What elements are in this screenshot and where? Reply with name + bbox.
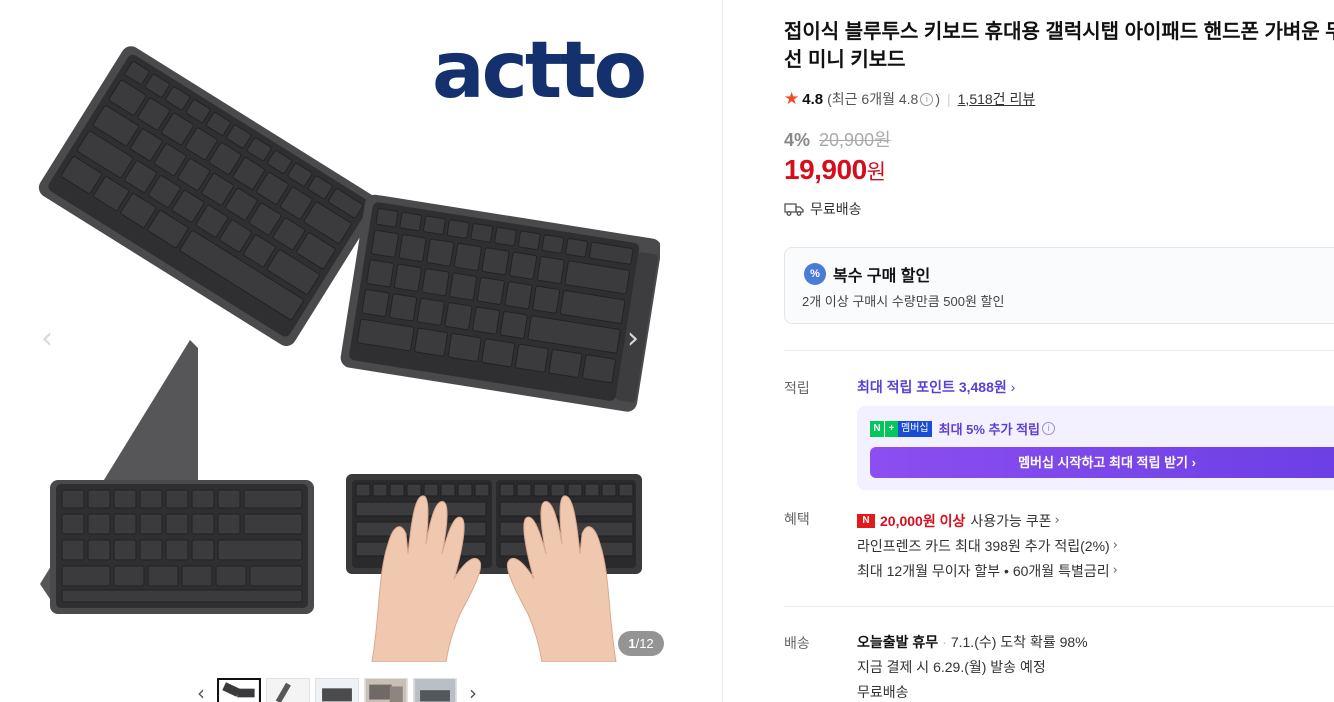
panel-divider (722, 0, 723, 702)
benefits-list: N 20,000원 이상 사용가능 쿠폰 › 라인프렌즈 카드 최대 398원 … (857, 508, 1118, 583)
rating-recent-close: ) (935, 91, 940, 107)
rating-recent: (최근 6개월 4.8 (827, 91, 919, 107)
card-benefit[interactable]: 라인프렌즈 카드 최대 398원 추가 적립(2%) › (857, 533, 1118, 558)
chevron-right-icon: › (1112, 537, 1118, 553)
sale-price: 19,900 (784, 154, 867, 185)
info-icon[interactable]: i (1042, 422, 1055, 435)
thumbnail-3-image (316, 679, 358, 702)
price-unit: 원 (866, 161, 886, 184)
delivery-fee-row: 무료배송 (857, 684, 909, 700)
installment-benefit[interactable]: 최대 12개월 무이자 할부 • 60개월 특별금리 › (857, 558, 1118, 583)
rating-value: 4.8 (802, 90, 824, 108)
delivery-today-row: 오늘출발 휴무 · 7.1.(수) 도착 확률 98% (857, 630, 1088, 655)
card-benefit-text: 라인프렌즈 카드 최대 398원 추가 적립(2%) (857, 537, 1110, 554)
chevron-right-icon: › (1054, 512, 1060, 528)
thumbnail-1[interactable] (217, 678, 261, 702)
thumbnail-5[interactable] (413, 678, 457, 702)
original-price-row: 4% 20,900원 (784, 126, 891, 152)
max-points-value: 3,488원 (958, 379, 1007, 395)
keyboard-typing-view (346, 474, 642, 662)
keyboard-left-half (38, 46, 379, 347)
naver-plus-membership-badge: N + 멤버십 (870, 420, 932, 437)
plus-icon: + (884, 420, 898, 437)
shipping-text: 무료배송 (810, 201, 862, 217)
benefits-label: 혜택 (784, 511, 810, 527)
multi-purchase-title: 복수 구매 할인 (833, 268, 931, 285)
chevron-right-icon: › (1010, 379, 1016, 395)
product-gallery: actto 1/12 ‹ › ‹ › (0, 0, 722, 702)
points-label: 적립 (784, 380, 810, 396)
keyboard-right-half (340, 194, 660, 412)
coupon-benefit[interactable]: N 20,000원 이상 사용가능 쿠폰 › (857, 508, 1118, 533)
max-points-text: 최대 적립 포인트 (857, 379, 955, 395)
membership-extra-text: 최대 5% 추가 적립 (938, 422, 1040, 437)
membership-badge-text: 멤버십 (898, 420, 932, 437)
review-count-link[interactable]: 1,518건 리뷰 (958, 89, 1036, 109)
image-counter: 1/12 (618, 631, 664, 656)
delivery-label: 배송 (784, 635, 810, 651)
star-icon: ★ (784, 89, 800, 108)
rating-row: ★ 4.8 (최근 6개월 4.8 i ) | 1,518건 리뷰 (784, 89, 1035, 109)
thumbnail-1-image (219, 680, 259, 702)
chevron-right-icon: › (1112, 562, 1118, 578)
gallery-prev-button[interactable]: ‹ (36, 322, 58, 356)
thumbnail-3[interactable] (315, 678, 359, 702)
delivery-info: 오늘출발 휴무 · 7.1.(수) 도착 확률 98% 지금 결제 시 6.29.(… (857, 630, 1088, 702)
truck-icon (784, 203, 804, 216)
thumbnail-prev-button[interactable]: ‹ (190, 678, 212, 702)
n-pay-icon: N (857, 513, 875, 528)
sale-price-row: 19,900원 (784, 154, 886, 186)
today-dispatch-title: 오늘출발 휴무 (857, 634, 939, 650)
original-price: 20,900원 (819, 130, 891, 150)
membership-extra-row: N + 멤버십 최대 5% 추가 적립 i (870, 419, 1057, 438)
thumbnail-strip: ‹ › (190, 678, 484, 702)
ship-date-row: 지금 결제 시 6.29.(월) 발송 예정 (857, 659, 1046, 675)
percent-badge-icon: % (804, 263, 826, 285)
membership-box: N + 멤버십 최대 5% 추가 적립 i 멤버십 시작하고 최대 적립 받기 … (857, 406, 1334, 490)
brand-logo: actto (432, 26, 647, 116)
keyboard-folded-view (40, 340, 314, 614)
coupon-threshold: 20,000원 이상 (880, 512, 966, 529)
counter-total: /12 (635, 636, 654, 651)
thumbnail-2[interactable] (266, 678, 310, 702)
shipping-row: 무료배송 (784, 199, 862, 219)
thumbnail-4-image (365, 679, 407, 702)
multi-purchase-description: 2개 이상 구매시 수량만큼 500원 할인 (802, 294, 1005, 309)
gallery-next-button[interactable]: › (622, 322, 644, 356)
counter-current: 1 (628, 636, 636, 651)
info-icon[interactable]: i (920, 92, 934, 106)
coupon-text: 사용가능 쿠폰 (970, 512, 1052, 529)
section-divider (784, 350, 1334, 351)
membership-start-button[interactable]: 멤버십 시작하고 최대 적립 받기 › (870, 447, 1334, 478)
section-divider (784, 606, 1334, 607)
discount-rate: 4% (784, 130, 811, 150)
arrival-estimate: 7.1.(수) 도착 확률 98% (950, 634, 1088, 650)
thumbnail-5-image (414, 679, 456, 702)
thumbnail-4[interactable] (364, 678, 408, 702)
max-points-link[interactable]: 최대 적립 포인트 3,488원 › (857, 377, 1015, 397)
product-main-image[interactable]: actto 1/12 (20, 14, 664, 662)
thumbnail-2-image (267, 679, 309, 702)
separator: | (947, 91, 951, 107)
product-title: 접이식 블루투스 키보드 휴대용 갤럭시탭 아이패드 핸드폰 가벼운 무선 미니… (784, 21, 1334, 71)
n-logo-icon: N (870, 420, 884, 437)
dot-separator: · (942, 634, 947, 650)
installment-text: 최대 12개월 무이자 할부 • 60개월 특별금리 (857, 562, 1110, 579)
thumbnail-next-button[interactable]: › (462, 678, 484, 702)
multi-purchase-discount-box: % 복수 구매 할인 2개 이상 구매시 수량만큼 500원 할인 (784, 247, 1334, 324)
multi-purchase-title-row: % 복수 구매 할인 (804, 262, 930, 286)
